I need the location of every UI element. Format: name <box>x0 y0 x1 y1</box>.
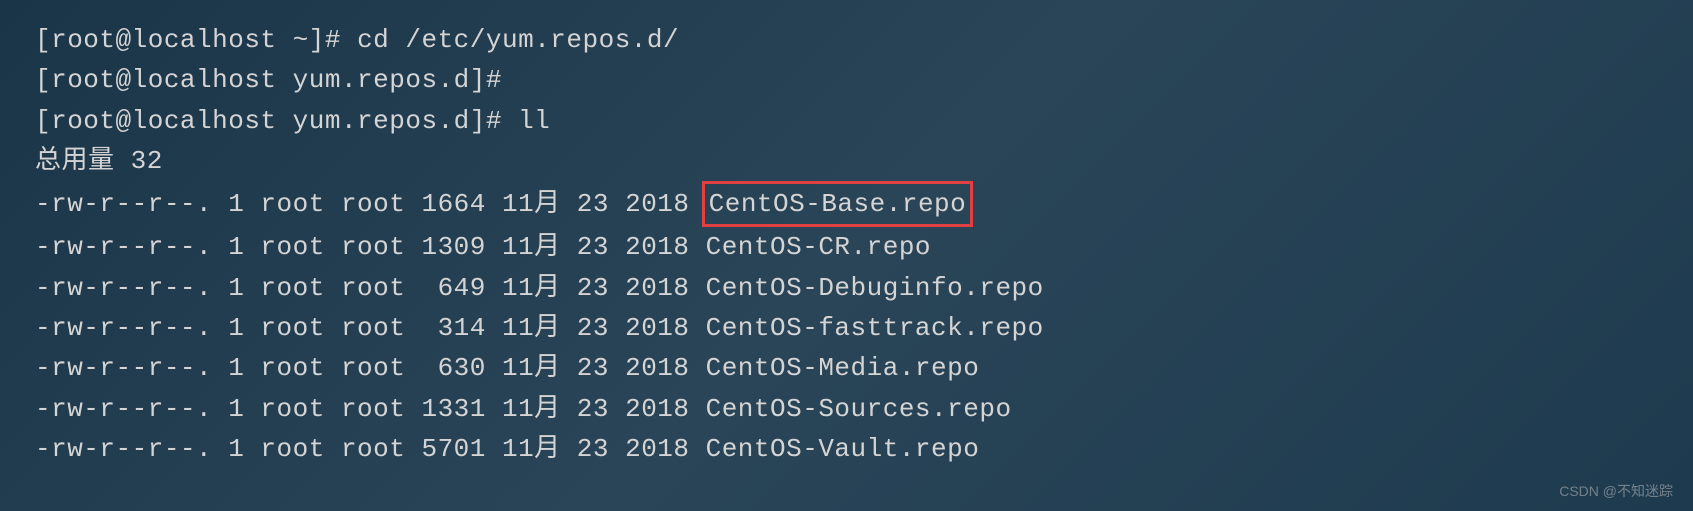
prompt-line-3: [root@localhost yum.repos.d]# ll <box>35 101 1658 141</box>
command-ll: ll <box>518 106 550 136</box>
file-name-highlighted: CentOS-Base.repo <box>702 181 974 227</box>
prompt: [root@localhost ~]# <box>35 25 357 55</box>
watermark: CSDN @不知迷踪 <box>1559 481 1673 503</box>
command-cd: cd /etc/yum.repos.d/ <box>357 25 679 55</box>
file-row: -rw-r--r--. 1 root root 630 11月 23 2018 … <box>35 348 1658 388</box>
prompt-line-1: [root@localhost ~]# cd /etc/yum.repos.d/ <box>35 20 1658 60</box>
file-row: -rw-r--r--. 1 root root 1309 11月 23 2018… <box>35 227 1658 267</box>
terminal-output: [root@localhost ~]# cd /etc/yum.repos.d/… <box>35 20 1658 469</box>
prompt: [root@localhost yum.repos.d]# <box>35 106 518 136</box>
file-row: -rw-r--r--. 1 root root 1664 11月 23 2018… <box>35 181 1658 227</box>
file-meta: -rw-r--r--. 1 root root 1664 11月 23 2018 <box>35 189 706 219</box>
file-row: -rw-r--r--. 1 root root 5701 11月 23 2018… <box>35 429 1658 469</box>
prompt: [root@localhost yum.repos.d]# <box>35 65 518 95</box>
prompt-line-2: [root@localhost yum.repos.d]# <box>35 60 1658 100</box>
file-row: -rw-r--r--. 1 root root 314 11月 23 2018 … <box>35 308 1658 348</box>
file-row: -rw-r--r--. 1 root root 1331 11月 23 2018… <box>35 389 1658 429</box>
file-row: -rw-r--r--. 1 root root 649 11月 23 2018 … <box>35 268 1658 308</box>
total-line: 总用量 32 <box>35 141 1658 181</box>
